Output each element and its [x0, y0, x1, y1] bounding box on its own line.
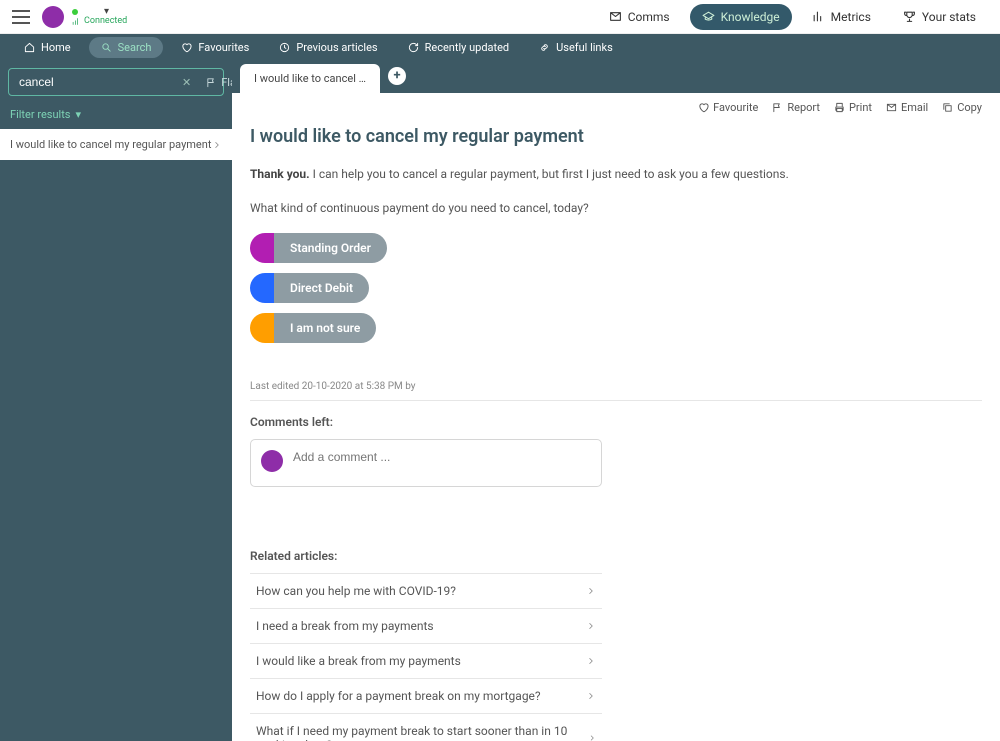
- nav-knowledge[interactable]: Knowledge: [690, 4, 792, 30]
- chevron-right-icon: [212, 140, 222, 150]
- status-block: ▾ Connected: [72, 6, 127, 27]
- status-dot: [72, 9, 78, 15]
- comment-box: [250, 439, 602, 487]
- menu-icon[interactable]: [12, 10, 30, 24]
- chevron-right-icon: [586, 621, 596, 631]
- subnav-search[interactable]: Search: [89, 37, 164, 58]
- chevron-right-icon: [586, 691, 596, 701]
- comment-avatar: [261, 450, 283, 472]
- nav-comms[interactable]: Comms: [597, 4, 682, 30]
- chevron-right-icon: [586, 586, 596, 596]
- sidebar-search-box: ✕ Flag: [8, 68, 224, 96]
- related-section: Related articles: How can you help me wi…: [250, 549, 602, 741]
- print-button[interactable]: Print: [834, 101, 872, 114]
- subnav-recent[interactable]: Recently updated: [396, 37, 522, 58]
- related-item[interactable]: I would like a break from my payments: [250, 644, 602, 679]
- tab-article[interactable]: I would like to cancel my ...: [240, 64, 380, 93]
- article-intro: Thank you. I can help you to cancel a re…: [250, 165, 982, 183]
- article-body: I would like to cancel my regular paymen…: [232, 122, 1000, 741]
- subnav-favourites[interactable]: Favourites: [169, 37, 261, 58]
- comment-input[interactable]: [293, 450, 591, 464]
- option-standing-order[interactable]: Standing Order: [250, 233, 387, 263]
- subnav-home[interactable]: Home: [12, 37, 83, 58]
- filter-results[interactable]: Filter results ▾: [0, 104, 232, 129]
- divider: [250, 400, 982, 401]
- related-item[interactable]: How do I apply for a payment break on my…: [250, 679, 602, 714]
- email-button[interactable]: Email: [886, 101, 928, 114]
- avatar[interactable]: [42, 6, 64, 28]
- option-not-sure[interactable]: I am not sure: [250, 313, 376, 343]
- chevron-right-icon: [588, 733, 597, 741]
- nav-metrics[interactable]: Metrics: [800, 4, 883, 30]
- subnav: Home Search Favourites Previous articles…: [0, 34, 1000, 60]
- chevron-right-icon: [586, 656, 596, 666]
- chevron-down-icon: ▾: [75, 108, 81, 121]
- tab-add-button[interactable]: +: [388, 67, 406, 85]
- subnav-useful[interactable]: Useful links: [527, 37, 625, 58]
- related-item[interactable]: I need a break from my payments: [250, 609, 602, 644]
- article-question: What kind of continuous payment do you n…: [250, 199, 982, 217]
- article-toolbar: Favourite Report Print Email Copy: [232, 93, 1000, 122]
- connected-label: Connected: [72, 17, 127, 27]
- last-edited: Last edited 20-10-2020 at 5:38 PM by: [250, 381, 982, 392]
- tabstrip: I would like to cancel my ... +: [232, 60, 1000, 93]
- search-input[interactable]: [15, 75, 178, 89]
- related-item[interactable]: How can you help me with COVID-19?: [250, 573, 602, 609]
- report-button[interactable]: Report: [772, 101, 820, 114]
- copy-button[interactable]: Copy: [942, 101, 982, 114]
- topbar: ▾ Connected Comms Knowledge Metrics Your…: [0, 0, 1000, 34]
- article-title: I would like to cancel my regular paymen…: [250, 126, 982, 147]
- nav-yourstats[interactable]: Your stats: [891, 4, 988, 30]
- content-area: I would like to cancel my ... + Favourit…: [232, 60, 1000, 741]
- comments-heading: Comments left:: [250, 415, 982, 429]
- favourite-button[interactable]: Favourite: [698, 101, 758, 114]
- search-result-item[interactable]: I would like to cancel my regular paymen…: [0, 129, 232, 160]
- related-heading: Related articles:: [250, 549, 602, 563]
- search-clear-icon[interactable]: ✕: [178, 76, 195, 89]
- sidebar: ✕ Flag Filter results ▾ I would like to …: [0, 60, 232, 741]
- subnav-previous[interactable]: Previous articles: [267, 37, 389, 58]
- top-nav: Comms Knowledge Metrics Your stats: [597, 4, 988, 30]
- option-direct-debit[interactable]: Direct Debit: [250, 273, 369, 303]
- related-item[interactable]: What if I need my payment break to start…: [250, 714, 602, 741]
